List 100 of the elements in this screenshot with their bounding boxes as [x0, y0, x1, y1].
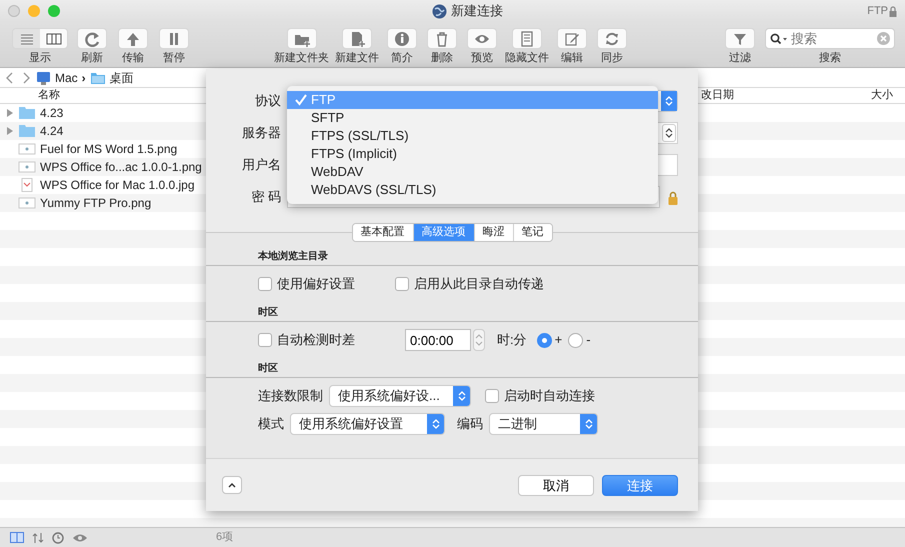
toolbar-button[interactable] — [159, 28, 189, 49]
toolbar-button[interactable] — [597, 28, 627, 49]
toolbar-button[interactable] — [467, 28, 497, 49]
path-item[interactable]: Mac — [55, 68, 78, 86]
item-count: 6项 — [216, 530, 234, 546]
tab[interactable]: 笔记 — [512, 224, 552, 241]
clear-icon[interactable] — [877, 32, 890, 45]
toolbar-label: 过滤 — [729, 52, 751, 65]
section-heading: 本地浏览主目录 — [206, 242, 698, 266]
split-view-icon[interactable] — [10, 532, 24, 543]
lock-icon — [889, 6, 897, 16]
field-label: 服务器 — [241, 124, 282, 142]
file-name[interactable]: WPS Office for Mac 1.0.0.jpg — [40, 176, 195, 194]
menu-item[interactable]: FTPS (SSL/TLS) — [287, 127, 658, 145]
checkbox-label: 启动时自动连接 — [504, 387, 595, 406]
date-column-header[interactable]: 改日期 — [698, 88, 845, 103]
checkbox-label: 自动检测时差 — [277, 331, 355, 350]
file-name[interactable]: 4.23 — [40, 104, 64, 122]
menu-item[interactable]: WebDAVS (SSL/TLS) — [287, 181, 658, 199]
section-heading: 时区 — [206, 298, 698, 322]
file-name[interactable]: Fuel for MS Word 1.5.png — [40, 140, 178, 158]
menu-item[interactable]: FTPS (Implicit) — [287, 145, 658, 163]
clock-icon[interactable] — [52, 532, 64, 544]
window-title: 新建连接 — [451, 2, 504, 20]
radio-button[interactable] — [568, 332, 584, 348]
field-label: 密 码 — [250, 188, 282, 206]
toolbar-label: 新建文件夹 — [274, 52, 329, 65]
protocol-label: FTP — [867, 4, 888, 19]
image-file-icon — [18, 160, 36, 174]
file-name[interactable]: 4.24 — [40, 122, 64, 140]
dropdown[interactable]: 使用系统偏好设... — [329, 385, 471, 407]
checkbox-label: 启用从此目录自动传递 — [414, 275, 544, 294]
toolbar-button[interactable] — [557, 28, 587, 49]
section-heading: 时区 — [206, 354, 698, 378]
checkbox[interactable] — [395, 277, 409, 291]
checkbox[interactable] — [258, 277, 272, 291]
pencil-icon — [564, 30, 580, 46]
info-icon — [394, 30, 410, 46]
radio-label: + — [554, 331, 562, 350]
toolbar-label: 暂停 — [163, 52, 185, 65]
checkbox-label: 使用偏好设置 — [277, 275, 355, 294]
computer-icon — [36, 70, 51, 84]
updown-icon — [584, 418, 592, 430]
checkbox[interactable] — [485, 389, 499, 403]
toolbar-button[interactable] — [118, 28, 148, 49]
disclosure-button[interactable] — [222, 476, 242, 494]
field-label: 时:分 — [497, 331, 527, 350]
list-icon — [20, 32, 34, 44]
field-label: 连接数限制 — [258, 387, 323, 406]
toolbar-label: 显示 — [29, 52, 51, 65]
trash-icon — [434, 30, 450, 46]
checkmark-icon — [295, 94, 307, 106]
file-name[interactable]: WPS Office fo...ac 1.0.0-1.png — [40, 158, 202, 176]
toolbar-button[interactable] — [512, 28, 542, 49]
up-arrow-icon — [125, 30, 141, 46]
toolbar-button[interactable] — [725, 28, 755, 49]
radio-label: - — [586, 331, 591, 350]
cancel-button[interactable]: 取消 — [518, 474, 594, 496]
toolbar-label: 编辑 — [561, 52, 583, 65]
toolbar-label: 预览 — [471, 52, 493, 65]
field-label: 协议 — [254, 92, 282, 110]
toolbar-button[interactable] — [427, 28, 457, 49]
time-field[interactable]: 0:00:00 — [405, 329, 471, 351]
toolbar-button[interactable] — [286, 28, 316, 49]
eye-icon[interactable] — [72, 532, 88, 542]
updown-icon — [665, 95, 673, 107]
updown-icon — [665, 127, 673, 139]
search-input[interactable]: 搜索 — [791, 28, 874, 48]
size-column-header[interactable]: 大小 — [845, 88, 905, 103]
view-mode-control[interactable] — [12, 28, 68, 49]
dropdown[interactable]: 使用系统偏好设置 — [290, 413, 445, 435]
toolbar-label: 简介 — [391, 52, 413, 65]
document-icon — [519, 30, 535, 46]
path-separator: › — [82, 70, 86, 86]
lock-icon — [668, 190, 678, 205]
field-label: 模式 — [258, 415, 284, 434]
toolbar-button[interactable] — [387, 28, 417, 49]
file-name[interactable]: Yummy FTP Pro.png — [40, 194, 152, 212]
search-icon — [770, 32, 788, 44]
zoom-button[interactable] — [48, 5, 60, 17]
toolbar-button[interactable] — [342, 28, 372, 49]
stepper[interactable] — [473, 329, 485, 351]
path-item[interactable]: 桌面 — [110, 68, 134, 86]
toolbar-label: 删除 — [431, 52, 453, 65]
menu-item[interactable]: SFTP — [287, 109, 658, 127]
updown-icon — [432, 418, 440, 430]
checkbox[interactable] — [258, 333, 272, 347]
menu-item[interactable]: WebDAV — [287, 163, 658, 181]
toolbar-button[interactable] — [77, 28, 107, 49]
search-box[interactable]: 搜索 — [765, 28, 895, 49]
radio-button[interactable] — [536, 332, 552, 348]
globe-icon — [432, 4, 448, 18]
toolbar-label: 搜索 — [819, 52, 841, 65]
updown-icon — [458, 390, 466, 402]
dropdown[interactable]: 二进制 — [489, 413, 598, 435]
field-label: 编码 — [457, 415, 483, 434]
transfer-arrows-icon[interactable] — [32, 532, 44, 544]
refresh-icon — [84, 30, 100, 46]
toolbar-label: 同步 — [601, 52, 623, 65]
toolbar-label: 刷新 — [81, 52, 103, 65]
